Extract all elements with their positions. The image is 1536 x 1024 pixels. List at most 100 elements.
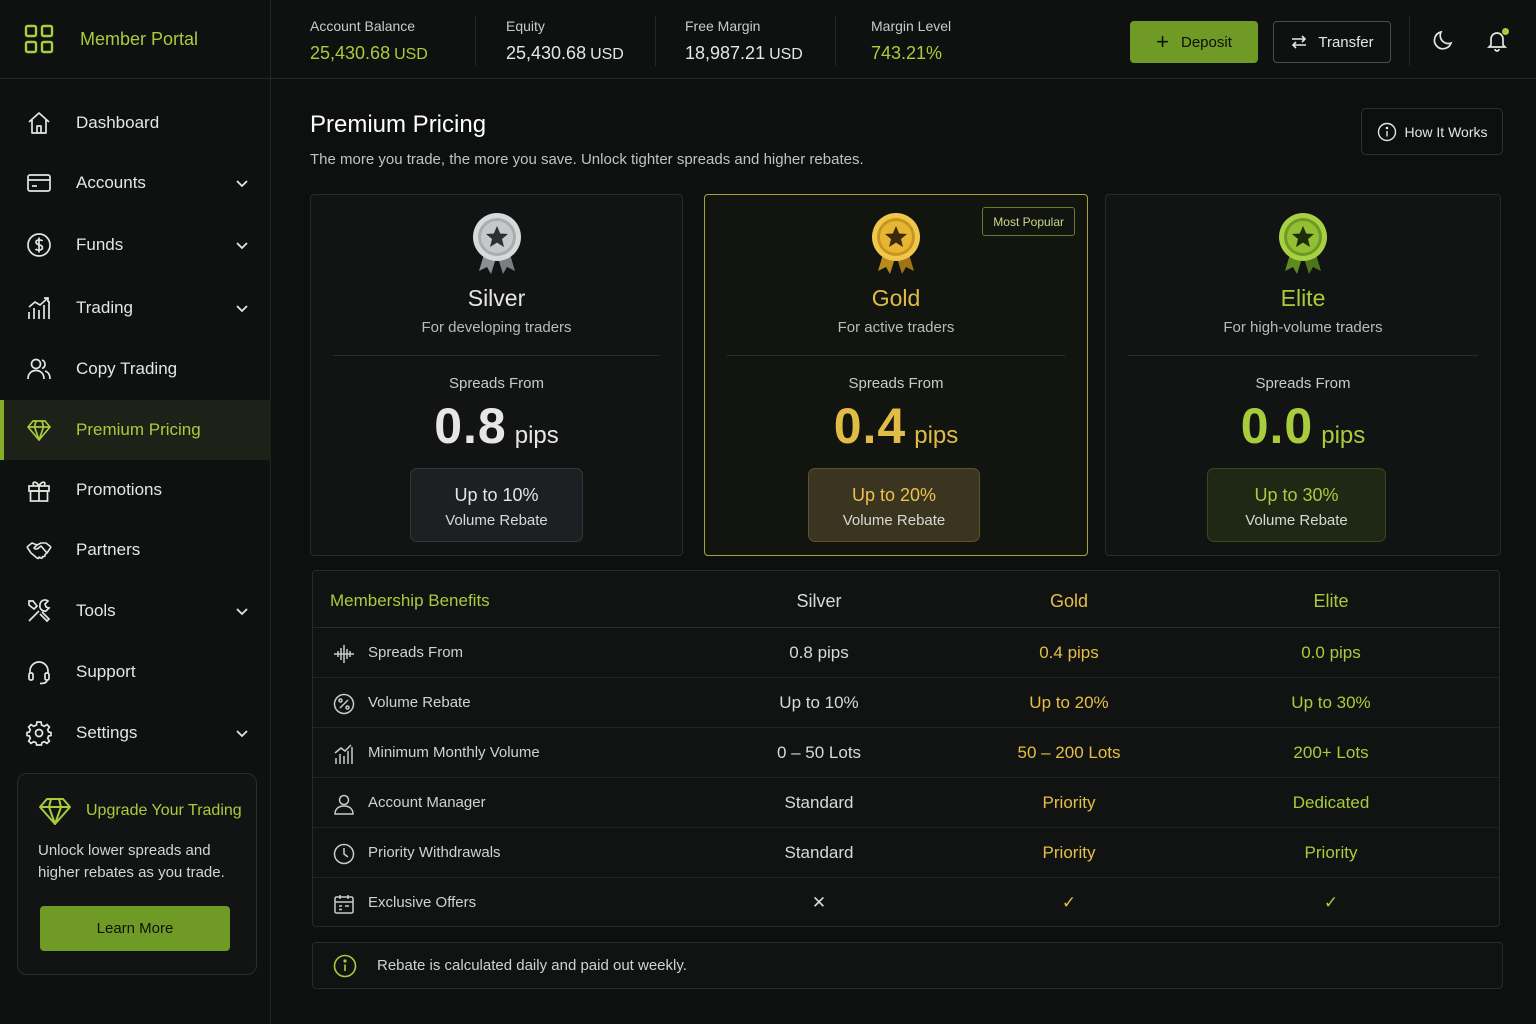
home-icon — [26, 110, 52, 136]
info-icon — [1377, 122, 1396, 141]
headset-icon — [26, 659, 52, 685]
transfer-button[interactable]: Transfer — [1273, 21, 1391, 63]
card-icon — [26, 170, 52, 196]
row-label: Exclusive Offers — [368, 894, 477, 911]
spread-value: 0.8 — [434, 398, 507, 454]
sidebar-item-dashboard[interactable]: Dashboard — [0, 93, 271, 153]
column-header: Elite — [1313, 591, 1349, 611]
divider — [835, 16, 836, 66]
brand-name: Member Portal — [80, 28, 199, 49]
deposit-button[interactable]: + Deposit — [1130, 21, 1258, 63]
sidebar-item-trading[interactable]: Trading — [0, 278, 271, 338]
tier-card-gold[interactable]: Most Popular Gold For active traders Spr… — [704, 194, 1088, 556]
spreads-from-label: Spreads From — [1255, 375, 1351, 392]
diamond-icon — [26, 417, 52, 443]
top-bar: Account Balance 25,430.68 USD Equity 25,4… — [271, 0, 1536, 79]
cell-gold: 0.4 pips — [1039, 643, 1099, 662]
sidebar-item-tools[interactable]: Tools — [0, 581, 271, 641]
tier-description: For developing traders — [421, 319, 572, 336]
table-row: Volume Rebate Up to 10% Up to 20% Up to … — [313, 678, 1499, 728]
sidebar-item-copy-trading[interactable]: Copy Trading — [0, 339, 271, 399]
tier-name: Silver — [467, 285, 526, 311]
tier-description: For high-volume traders — [1223, 319, 1383, 336]
sidebar-item-premium-pricing[interactable]: Premium Pricing — [0, 400, 271, 460]
percent-icon — [333, 693, 355, 715]
stat-number: 743.21% — [871, 43, 943, 63]
plus-icon: + — [1156, 29, 1169, 54]
spreads-from-label: Spreads From — [848, 375, 944, 392]
stat-value: 25,430.68 USD — [310, 43, 428, 64]
clock-icon — [333, 843, 355, 865]
how-it-works-button[interactable]: How It Works — [1361, 108, 1503, 155]
stat-free-margin: Free Margin 18,987.21 USD — [685, 18, 803, 64]
page-title: Premium Pricing — [310, 111, 487, 138]
tier-spread: 0.4 pips — [705, 397, 1087, 455]
sidebar-item-label: Promotions — [76, 480, 162, 499]
transfer-label: Transfer — [1318, 33, 1374, 51]
rebate-box: Up to 20% Volume Rebate — [808, 468, 980, 542]
sidebar-item-label: Settings — [76, 723, 138, 742]
silver-medal-icon — [472, 213, 521, 274]
stat-value: 743.21% — [871, 43, 951, 64]
gold-medal-icon — [872, 213, 920, 274]
sidebar-item-settings[interactable]: Settings — [0, 703, 271, 763]
spread-unit: pips — [514, 422, 559, 449]
tier-card-silver[interactable]: Silver For developing traders Spreads Fr… — [310, 194, 683, 556]
dollar-icon — [26, 232, 52, 258]
sidebar-item-funds[interactable]: Funds — [0, 215, 271, 275]
upgrade-title: Upgrade Your Trading — [86, 802, 242, 819]
divider — [333, 355, 660, 356]
sidebar-item-support[interactable]: Support — [0, 642, 271, 702]
chevron-down-icon — [236, 305, 248, 313]
upgrade-card: Upgrade Your Trading Unlock lower spread… — [17, 773, 257, 975]
sidebar-item-partners[interactable]: Partners — [0, 520, 271, 580]
cell-gold: Priority — [1042, 793, 1096, 812]
tier-card-elite[interactable]: Elite For high-volume traders Spreads Fr… — [1105, 194, 1501, 556]
brand[interactable]: Member Portal — [0, 0, 270, 79]
grid-icon — [24, 24, 54, 54]
rebate-label: Volume Rebate — [445, 512, 548, 529]
sidebar-item-accounts[interactable]: Accounts — [0, 153, 271, 213]
sidebar-item-label: Tools — [76, 601, 116, 620]
sidebar: Member Portal Dashboard Accounts Funds T… — [0, 0, 271, 1024]
diamond-icon — [39, 798, 71, 825]
notifications-button[interactable] — [1485, 28, 1509, 52]
spreads-from-label: Spreads From — [448, 375, 545, 392]
check-icon: ✓ — [1323, 893, 1339, 912]
sidebar-item-label: Accounts — [76, 173, 146, 192]
rebate-label: Volume Rebate — [842, 512, 946, 529]
divider — [655, 16, 656, 66]
chevron-down-icon — [236, 608, 248, 616]
benefits-table: Membership Benefits Silver Gold Elite Sp… — [312, 570, 1500, 927]
spread-unit: pips — [1321, 422, 1366, 449]
stat-number: 18,987.21 — [685, 43, 766, 63]
tier-description: For active traders — [837, 319, 955, 336]
moon-icon[interactable] — [1432, 28, 1456, 52]
chevron-down-icon — [236, 180, 248, 188]
tier-spread: 0.8 pips — [311, 397, 682, 455]
chart-icon — [26, 295, 52, 321]
rebate-value: Up to 20% — [851, 485, 937, 505]
spread-value: 0.0 — [1240, 398, 1314, 454]
table-row: Spreads From 0.8 pips 0.4 pips 0.0 pips — [313, 628, 1499, 678]
table-header: Membership Benefits Silver Gold Elite — [313, 571, 1499, 628]
rebate-label: Volume Rebate — [1245, 512, 1348, 529]
stat-unit: USD — [769, 46, 803, 63]
divider — [727, 355, 1065, 356]
divider — [475, 16, 476, 66]
cell-silver: Standard — [784, 793, 854, 812]
learn-more-button[interactable]: Learn More — [40, 906, 230, 951]
bar-chart-icon — [334, 744, 353, 764]
cell-elite: 200+ Lots — [1293, 743, 1369, 762]
stat-equity: Equity 25,430.68 USD — [506, 18, 624, 64]
sidebar-item-promotions[interactable]: Promotions — [0, 460, 271, 520]
cell-silver: 0 – 50 Lots — [776, 743, 862, 762]
cell-silver: Standard — [784, 843, 854, 862]
table-row: Exclusive Offers ✕ ✓ ✓ — [313, 878, 1499, 928]
row-label: Volume Rebate — [368, 694, 471, 711]
row-label: Account Manager — [368, 794, 486, 811]
note-text: Rebate is calculated daily and paid out … — [377, 957, 687, 974]
stat-number: 25,430.68 — [506, 43, 587, 63]
stat-label: Free Margin — [685, 18, 761, 34]
spread-unit: pips — [914, 422, 959, 449]
